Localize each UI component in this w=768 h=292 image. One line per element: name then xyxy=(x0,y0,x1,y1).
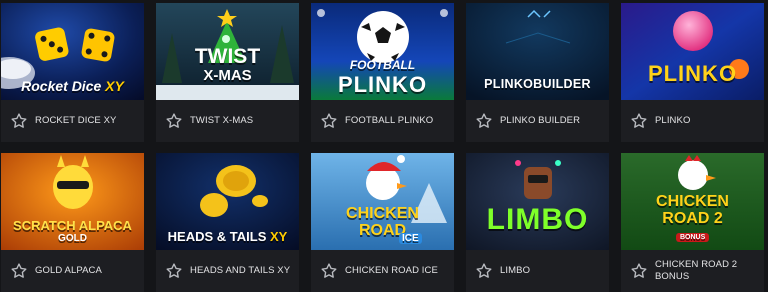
game-card-plinko[interactable]: PLINKO PLINKO xyxy=(621,3,764,142)
game-card-limbo[interactable]: LIMBO LIMBO xyxy=(466,153,609,292)
art-title: CHICKEN ROAD xyxy=(346,205,419,239)
game-name[interactable]: PLINKO xyxy=(655,115,690,127)
game-name[interactable]: GOLD ALPACA xyxy=(35,265,102,277)
game-name[interactable]: LIMBO xyxy=(500,265,530,277)
art-title: FOOTBALL PLINKO xyxy=(337,58,428,97)
art-title: Rocket Dice XY xyxy=(21,78,124,94)
favorite-star-icon[interactable] xyxy=(320,262,338,280)
game-card-chicken-road-ice[interactable]: CHICKEN ROAD ICE CHICKEN ROAD ICE xyxy=(311,153,454,292)
art-title: SCRATCH ALPACA GOLD xyxy=(13,218,132,244)
art-title: LIMBO xyxy=(486,203,589,236)
game-card-twist-x-mas[interactable]: TWIST X-MAS TWIST X-MAS xyxy=(156,3,299,142)
favorite-star-icon[interactable] xyxy=(475,112,493,130)
favorite-star-icon[interactable] xyxy=(320,112,338,130)
game-name[interactable]: ROCKET DICE XY xyxy=(35,115,116,127)
game-card-gold-alpaca[interactable]: SCRATCH ALPACA GOLD GOLD ALPACA xyxy=(1,153,144,292)
favorite-star-icon[interactable] xyxy=(630,112,648,130)
game-thumbnail[interactable]: PLINKOBUILDER xyxy=(466,3,609,100)
favorite-star-icon[interactable] xyxy=(10,112,28,130)
game-thumbnail[interactable]: CHICKEN ROAD ICE xyxy=(311,153,454,250)
art-badge: BONUS xyxy=(676,233,710,242)
game-card-football-plinko[interactable]: FOOTBALL PLINKO FOOTBALL PLINKO xyxy=(311,3,454,142)
game-thumbnail[interactable]: PLINKO xyxy=(621,3,764,100)
game-name[interactable]: PLINKO BUILDER xyxy=(500,115,580,127)
game-thumbnail[interactable]: Rocket Dice XY xyxy=(1,3,144,100)
art-title: TWIST X-MAS xyxy=(194,45,261,84)
art-title: PLINKOBUILDER xyxy=(484,77,591,91)
art-badge: ICE xyxy=(399,233,422,244)
game-name[interactable]: HEADS AND TAILS XY xyxy=(190,265,290,277)
game-thumbnail[interactable]: FOOTBALL PLINKO xyxy=(311,3,454,100)
game-grid: Rocket Dice XY ROCKET DICE XY TWIST X-MA… xyxy=(0,3,768,292)
game-thumbnail[interactable]: TWIST X-MAS xyxy=(156,3,299,100)
favorite-star-icon[interactable] xyxy=(165,262,183,280)
art-title: CHICKEN ROAD 2 xyxy=(656,193,729,227)
favorite-star-icon[interactable] xyxy=(165,112,183,130)
art-title: PLINKO xyxy=(647,61,738,86)
game-name[interactable]: CHICKEN ROAD 2 BONUS xyxy=(655,259,737,283)
favorite-star-icon[interactable] xyxy=(630,262,648,280)
game-thumbnail[interactable]: CHICKEN ROAD 2 BONUS xyxy=(621,153,764,250)
game-thumbnail[interactable]: LIMBO xyxy=(466,153,609,250)
game-thumbnail[interactable]: HEADS & TAILS XY xyxy=(156,153,299,250)
favorite-star-icon[interactable] xyxy=(475,262,493,280)
game-card-rocket-dice-xy[interactable]: Rocket Dice XY ROCKET DICE XY xyxy=(1,3,144,142)
game-card-heads-and-tails-xy[interactable]: HEADS & TAILS XY HEADS AND TAILS XY xyxy=(156,153,299,292)
game-name[interactable]: FOOTBALL PLINKO xyxy=(345,115,433,127)
game-name[interactable]: CHICKEN ROAD ICE xyxy=(345,265,438,277)
game-thumbnail[interactable]: SCRATCH ALPACA GOLD xyxy=(1,153,144,250)
favorite-star-icon[interactable] xyxy=(10,262,28,280)
game-name[interactable]: TWIST X-MAS xyxy=(190,115,253,127)
game-card-plinko-builder[interactable]: PLINKOBUILDER PLINKO BUILDER xyxy=(466,3,609,142)
game-card-chicken-road-2-bonus[interactable]: CHICKEN ROAD 2 BONUS CHICKEN ROAD 2 BONU… xyxy=(621,153,764,292)
art-title: HEADS & TAILS XY xyxy=(167,229,288,244)
